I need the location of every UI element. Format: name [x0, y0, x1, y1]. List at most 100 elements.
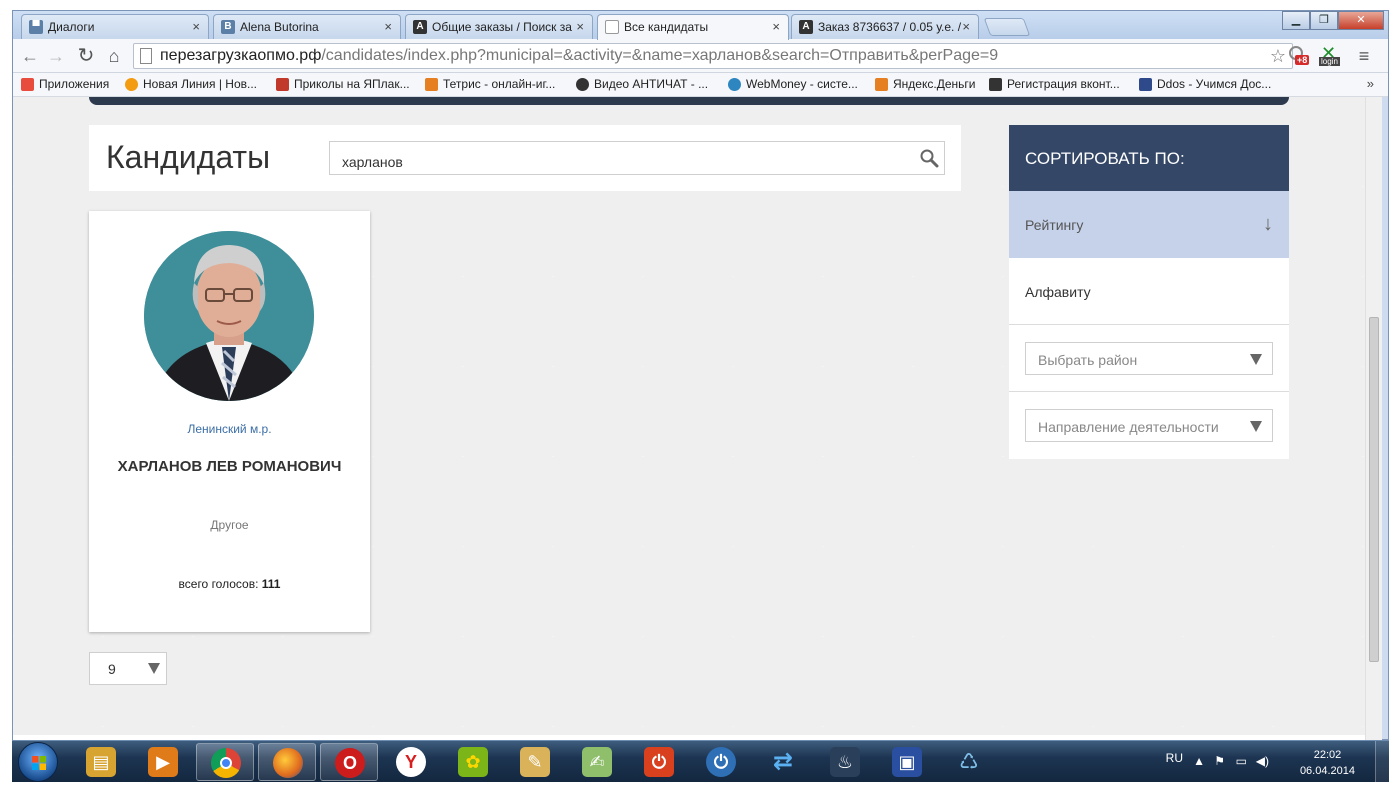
show-desktop-button[interactable] — [1375, 741, 1389, 783]
window-controls: ▁ ❐ ✕ — [1282, 11, 1384, 31]
candidate-card[interactable]: Ленинский м.р. ХАРЛАНОВ ЛЕВ РОМАНОВИЧ Др… — [89, 211, 370, 632]
bookmark-tetris[interactable]: Тетрис - онлайн-иг... — [425, 77, 555, 91]
close-icon[interactable]: × — [962, 19, 970, 34]
menu-icon[interactable]: ≡ — [1353, 46, 1375, 66]
bookmark-label: Видео АНТИЧАТ - ... — [594, 77, 709, 91]
tab-title: Общие заказы / Поиск за — [432, 20, 572, 34]
new-tab-button[interactable] — [983, 18, 1031, 36]
start-button[interactable] — [18, 742, 58, 782]
tab-order-8736637[interactable]: A Заказ 8736637 / 0.05 у.е. / × — [791, 14, 979, 39]
arrow-down-icon: ↓ — [1263, 213, 1273, 235]
media-player-icon[interactable]: ▶ — [134, 743, 192, 781]
chrome-icon[interactable] — [196, 743, 254, 781]
close-icon[interactable]: × — [576, 19, 584, 34]
close-icon[interactable]: × — [192, 19, 200, 34]
bookmark-antichat[interactable]: Видео АНТИЧАТ - ... — [576, 77, 708, 91]
bookmark-ddos[interactable]: Ddos - Учимся Дос... — [1139, 77, 1271, 91]
bookmark-label: Тетрис - онлайн-иг... — [443, 77, 556, 91]
caret-down-icon — [148, 663, 160, 674]
paint-icon[interactable]: ✎ — [506, 743, 564, 781]
show-hidden-icons-icon[interactable]: ▲ — [1193, 754, 1205, 768]
header-panel: Кандидаты — [89, 125, 961, 191]
page-icon — [605, 20, 619, 34]
windows-logo-icon — [32, 756, 46, 770]
address-bar[interactable]: перезагрузкаопмо.рф/candidates/index.php… — [133, 43, 1293, 69]
home-icon[interactable]: ⌂ — [103, 45, 125, 67]
sort-option-label: Рейтингу — [1025, 217, 1084, 233]
url-path: /candidates/index.php?municipal=&activit… — [321, 47, 999, 64]
bookmark-apps[interactable]: Приложения — [21, 77, 109, 91]
page-title: Кандидаты — [106, 139, 271, 175]
bookmark-yaplakal[interactable]: Приколы на ЯПлак... — [276, 77, 410, 91]
candidate-category: Другое — [210, 518, 249, 532]
sort-by-rating[interactable]: Рейтингу ↓ — [1009, 191, 1289, 258]
tab-strip: ▀ Диалоги × B Alena Butorina × A Общие з… — [13, 11, 1388, 40]
bookmark-label: WebMoney - систе... — [746, 77, 858, 91]
tab-title: Alena Butorina — [240, 20, 319, 34]
page-scrollbar[interactable] — [1365, 97, 1382, 741]
opera-icon[interactable]: O — [320, 743, 378, 781]
tab-title: Диалоги — [48, 20, 95, 34]
reload-icon[interactable]: ↻ — [75, 45, 97, 67]
tab-orders-search[interactable]: A Общие заказы / Поиск за × — [405, 14, 593, 39]
network-icon[interactable]: ▭ — [1236, 754, 1247, 768]
back-icon[interactable]: ← — [19, 45, 41, 67]
candidate-photo[interactable] — [144, 231, 314, 401]
tab-dialogs[interactable]: ▀ Диалоги × — [21, 14, 209, 39]
tab-all-candidates[interactable]: Все кандидаты × — [597, 14, 789, 40]
sync-icon[interactable]: ⇄ — [754, 743, 812, 781]
close-icon[interactable]: × — [772, 19, 780, 34]
per-page-select[interactable]: 9 — [89, 652, 167, 685]
power-app-icon[interactable]: ⏻ — [630, 743, 688, 781]
icq-icon[interactable]: ✿ — [444, 743, 502, 781]
screen: ▀ Диалоги × B Alena Butorina × A Общие з… — [0, 0, 1398, 800]
district-filter-row: Выбрать район — [1009, 325, 1289, 392]
login-extension-icon[interactable]: ✕ login — [1319, 43, 1341, 66]
candidate-district[interactable]: Ленинский м.р. — [89, 422, 370, 436]
volume-icon[interactable]: ◀) — [1256, 754, 1269, 768]
activity-select[interactable]: Направление деятельности — [1025, 409, 1273, 442]
bookmark-vk-registration[interactable]: Регистрация вконт... — [989, 77, 1120, 91]
yandex-browser-icon[interactable]: Y — [382, 743, 440, 781]
search-icon[interactable] — [919, 148, 939, 168]
action-center-flag-icon[interactable]: ⚑ — [1214, 754, 1225, 768]
bookmark-novaya-liniya[interactable]: Новая Линия | Нов... — [125, 77, 257, 91]
bookmark-label: Приколы на ЯПлак... — [294, 77, 410, 91]
close-icon[interactable]: × — [384, 19, 392, 34]
sort-by-alphabet[interactable]: Алфавиту — [1009, 258, 1289, 325]
bookmarks-overflow-icon[interactable]: » — [1367, 76, 1374, 91]
bookmark-star-icon[interactable]: ☆ — [1270, 44, 1286, 68]
sort-option-label: Алфавиту — [1025, 284, 1091, 300]
caret-down-icon — [1250, 354, 1262, 365]
bookmark-label: Яндекс.Деньги — [893, 77, 976, 91]
bookmark-webmoney[interactable]: WebMoney - систе... — [728, 77, 858, 91]
bookmark-yandex-money[interactable]: Яндекс.Деньги — [875, 77, 975, 91]
steam-icon[interactable]: ♨ — [816, 743, 874, 781]
district-select[interactable]: Выбрать район — [1025, 342, 1273, 375]
yandex-money-icon — [875, 78, 888, 91]
maximize-button[interactable]: ❐ — [1310, 11, 1338, 30]
clock[interactable]: 22:02 06.04.2014 — [1300, 747, 1355, 779]
sort-heading: СОРТИРОВАТЬ ПО: — [1009, 125, 1289, 191]
language-indicator[interactable]: RU — [1166, 751, 1183, 765]
bookmark-label: Приложения — [39, 77, 110, 91]
firefox-icon[interactable] — [258, 743, 316, 781]
explorer-icon[interactable]: ▤ — [72, 743, 130, 781]
tab-alena-butorina[interactable]: B Alena Butorina × — [213, 14, 401, 39]
browser-toolbar: ← → ↻ ⌂ перезагрузкаопмо.рф/candidates/i… — [13, 39, 1388, 73]
network-app-icon[interactable]: ♺ — [940, 743, 998, 781]
minimize-button[interactable]: ▁ — [1282, 11, 1310, 30]
apps-grid-icon — [21, 78, 34, 91]
extension-badge-icon[interactable]: +8 — [1289, 46, 1311, 66]
scrollbar-thumb[interactable] — [1369, 317, 1379, 662]
shutdown-app-icon[interactable]: ⏻ — [692, 743, 750, 781]
votes-count: 111 — [261, 577, 281, 591]
forward-icon[interactable]: → — [45, 45, 67, 67]
search-input[interactable] — [329, 141, 945, 175]
candidate-name[interactable]: ХАРЛАНОВ ЛЕВ РОМАНОВИЧ — [89, 458, 370, 475]
district-select-placeholder: Выбрать район — [1038, 352, 1138, 368]
window-close-button[interactable]: ✕ — [1338, 11, 1384, 30]
notepad-icon[interactable]: ✍ — [568, 743, 626, 781]
advego-icon — [989, 78, 1002, 91]
save-app-icon[interactable]: ▣ — [878, 743, 936, 781]
